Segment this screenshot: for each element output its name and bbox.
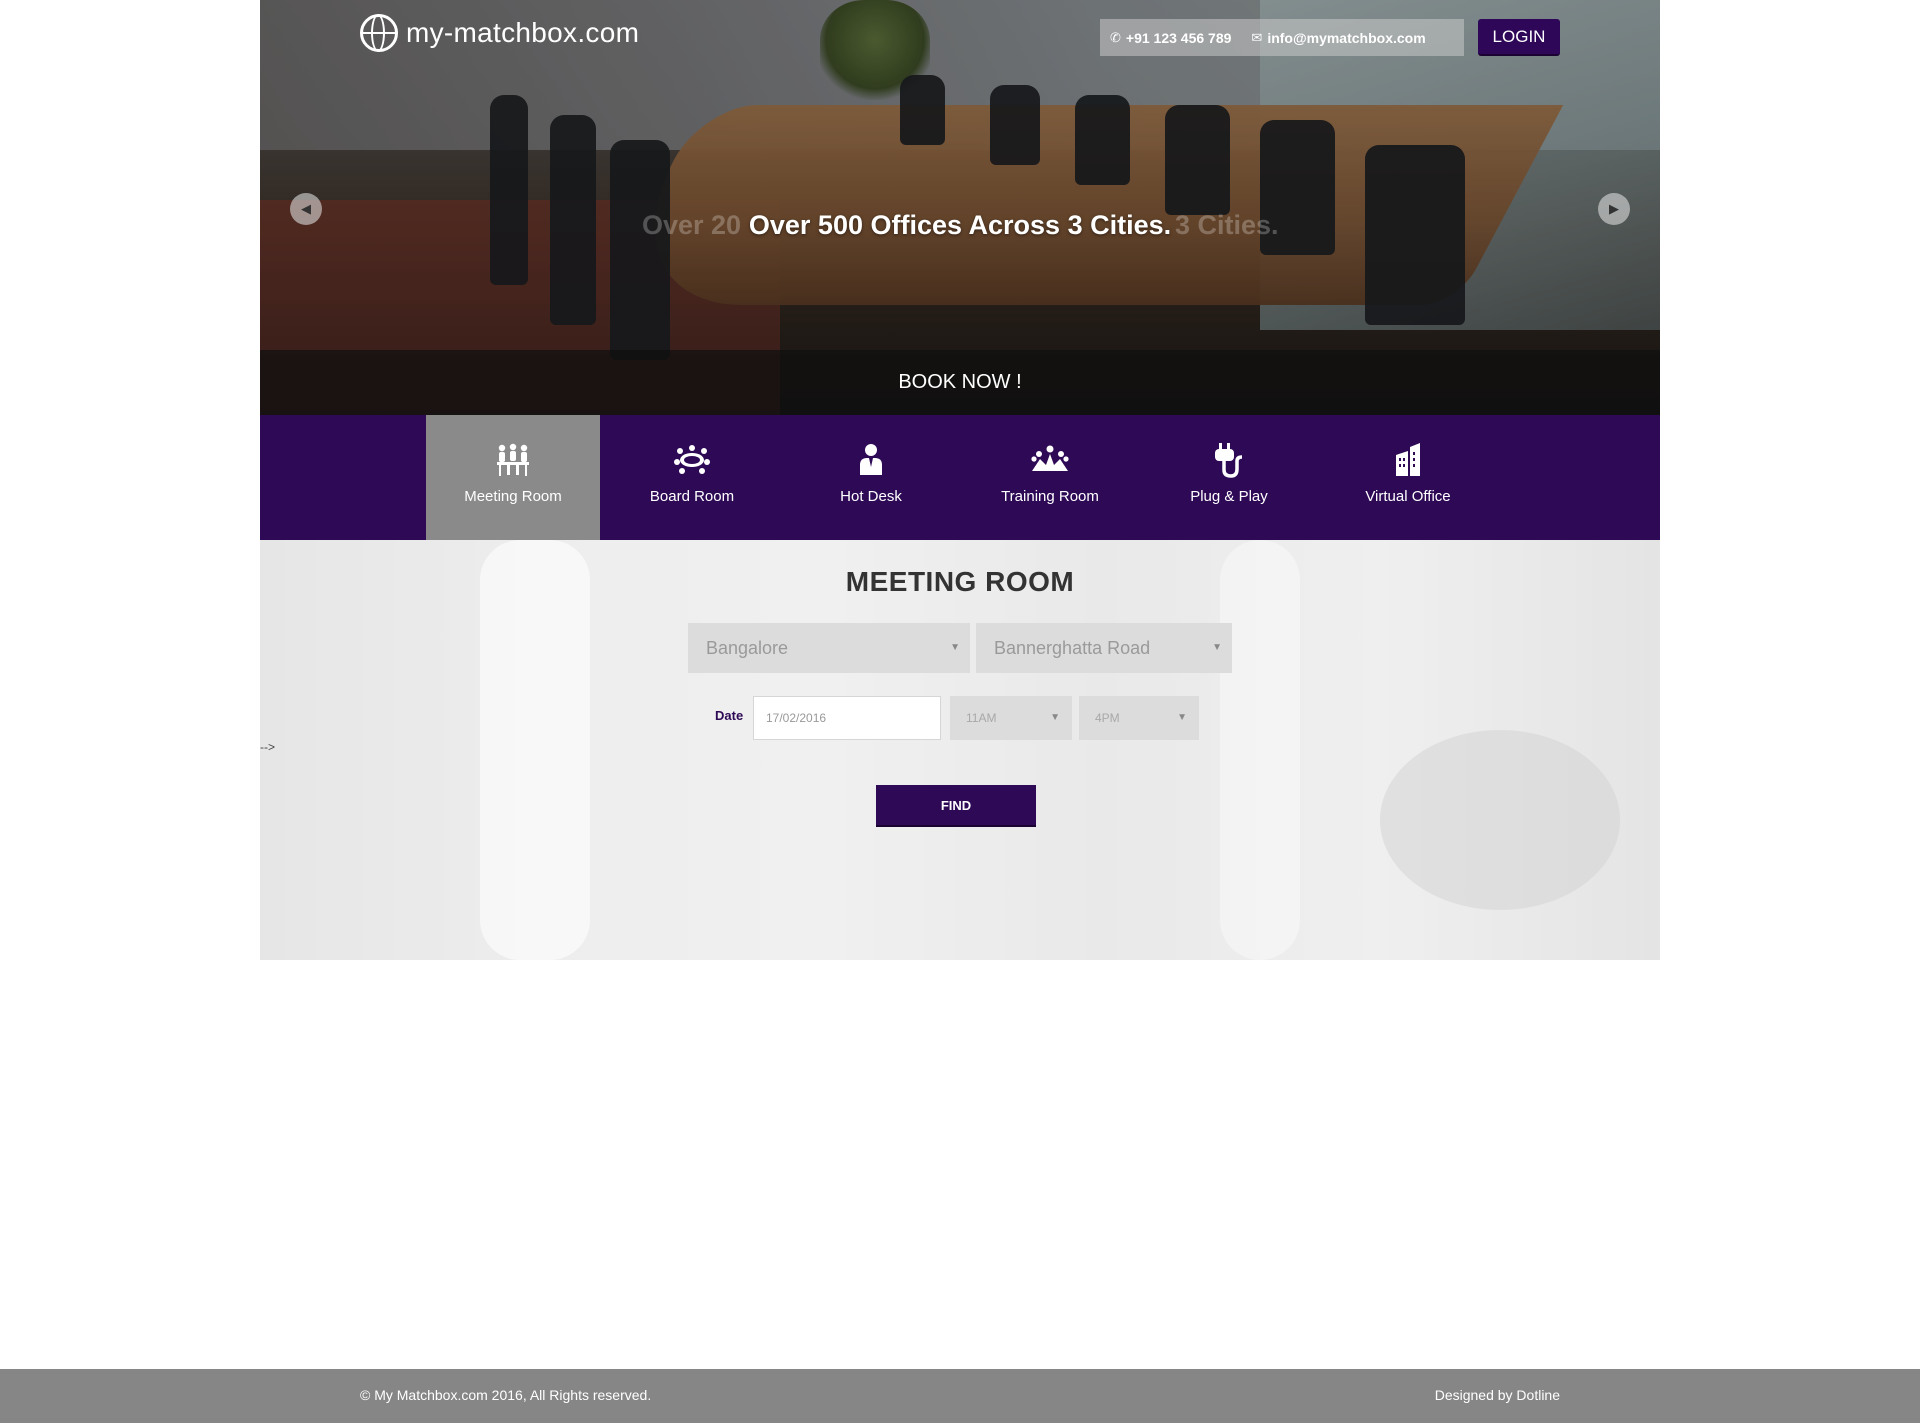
mail-icon: ✉ <box>1251 29 1263 45</box>
top-bar: my-matchbox.com ✆ +91 123 456 789 ✉ info… <box>260 0 1660 75</box>
to-time-select[interactable]: 4PM ▼ <box>1079 696 1199 740</box>
tab-training-room[interactable]: Training Room <box>963 415 1137 540</box>
hot-desk-icon <box>784 443 958 479</box>
chevron-down-icon: ▼ <box>1177 712 1187 723</box>
search-title: MEETING ROOM <box>845 566 1075 597</box>
designer-credit[interactable]: Designed by Dotline <box>1435 1387 1560 1403</box>
logo-text: my-matchbox.com <box>406 17 640 48</box>
contact-bar: ✆ +91 123 456 789 ✉ info@mymatchbox.com <box>1100 19 1464 56</box>
slide-title: Over 500 Offices Across 3 Cities. <box>748 210 1172 240</box>
from-time-value: 11AM <box>966 711 997 725</box>
tab-label: Virtual Office <box>1365 488 1451 505</box>
footer: © My Matchbox.com 2016, All Rights reser… <box>0 1369 1920 1423</box>
search-background-shape <box>1380 730 1620 910</box>
category-nav: Meeting Room Board Room Hot Desk Trainin… <box>260 415 1660 540</box>
tab-label: Board Room <box>649 488 735 505</box>
area-select[interactable]: Bannerghatta Road ▼ <box>976 623 1232 673</box>
stray-comment-text: --> <box>260 740 275 754</box>
plug-and-play-icon <box>1142 443 1316 479</box>
copyright-text: © My Matchbox.com 2016, All Rights reser… <box>360 1387 652 1403</box>
virtual-office-icon <box>1321 443 1495 479</box>
meeting-room-icon <box>426 443 600 479</box>
to-time-value: 4PM <box>1095 711 1120 725</box>
hero-slider: my-matchbox.com ✆ +91 123 456 789 ✉ info… <box>260 0 1660 415</box>
tab-meeting-room[interactable]: Meeting Room <box>426 415 600 540</box>
phone-icon: ✆ <box>1110 29 1121 45</box>
tab-hot-desk[interactable]: Hot Desk <box>784 415 958 540</box>
tab-label: Hot Desk <box>840 488 902 505</box>
board-room-icon <box>605 443 779 479</box>
site-logo[interactable]: my-matchbox.com <box>360 14 639 52</box>
chevron-down-icon: ▼ <box>1212 642 1222 653</box>
tab-virtual-office[interactable]: Virtual Office <box>1321 415 1495 540</box>
tab-label: Meeting Room <box>464 488 562 505</box>
search-background-shape <box>480 540 590 960</box>
globe-logo-icon <box>360 14 398 52</box>
tab-board-room[interactable]: Board Room <box>605 415 779 540</box>
tab-plug-and-play[interactable]: Plug & Play <box>1142 415 1316 540</box>
area-select-value: Bannerghatta Road <box>994 638 1151 658</box>
find-button[interactable]: FIND <box>876 785 1036 827</box>
book-now-button[interactable]: BOOK NOW ! <box>260 350 1660 415</box>
training-room-icon <box>963 443 1137 479</box>
date-label: Date <box>715 708 744 723</box>
search-background-shape <box>1220 540 1300 960</box>
tab-label: Training Room <box>1001 488 1099 505</box>
from-time-select[interactable]: 11AM ▼ <box>950 696 1072 740</box>
email-address[interactable]: info@mymatchbox.com <box>1267 30 1425 46</box>
chevron-down-icon: ▼ <box>1050 712 1060 723</box>
city-select-value: Bangalore <box>706 638 789 658</box>
date-input[interactable]: 17/02/2016 <box>753 696 941 740</box>
chevron-down-icon: ▼ <box>950 642 960 653</box>
search-panel: MEETING ROOM Bangalore ▼ Bannerghatta Ro… <box>260 540 1660 960</box>
login-button[interactable]: LOGIN <box>1478 19 1560 56</box>
page-frame: my-matchbox.com ✆ +91 123 456 789 ✉ info… <box>260 0 1660 960</box>
city-select[interactable]: Bangalore ▼ <box>688 623 970 673</box>
phone-number[interactable]: +91 123 456 789 <box>1126 30 1232 46</box>
tab-label: Plug & Play <box>1190 488 1268 505</box>
